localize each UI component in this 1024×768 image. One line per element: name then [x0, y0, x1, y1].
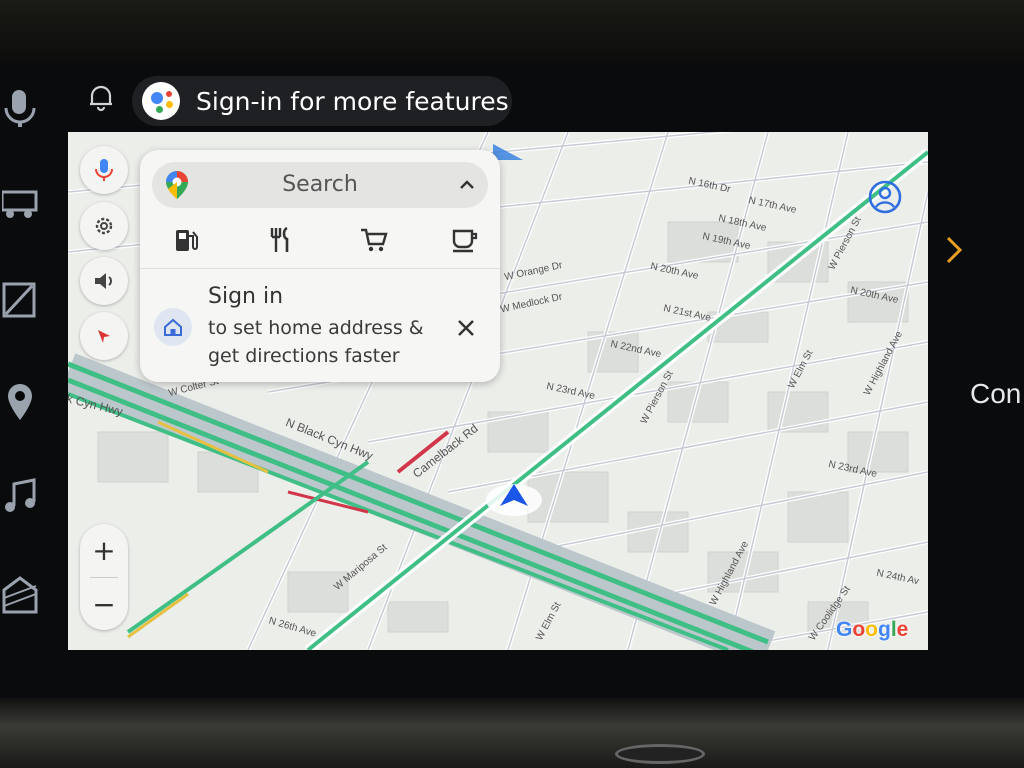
- street-label: W Highland Ave: [707, 539, 751, 608]
- zoom-control: + −: [80, 524, 128, 630]
- chevron-up-icon[interactable]: [456, 174, 478, 196]
- location-pin-icon[interactable]: [0, 380, 40, 424]
- street-label: N 22nd Ave: [609, 338, 663, 361]
- street-label: N 21st Ave: [662, 303, 712, 324]
- signin-subtitle: to set home address & get directions fas…: [208, 314, 438, 370]
- signin-subtitle-line: get directions faster: [208, 345, 400, 367]
- signin-subtitle-line: to set home address &: [208, 317, 424, 339]
- speaker-icon: [95, 273, 112, 289]
- assistant-signin-pill[interactable]: Sign-in for more features: [132, 76, 512, 126]
- street-label: N 19th Ave: [701, 231, 752, 252]
- street-label: Camelback Rd: [410, 421, 481, 481]
- category-restaurants-button[interactable]: [256, 218, 304, 262]
- google-logo-letter: G: [836, 618, 853, 641]
- street-label: W Pierson St: [826, 215, 864, 272]
- truck-icon[interactable]: [0, 182, 40, 226]
- street-label: W Medlock Dr: [499, 291, 564, 316]
- road-icon[interactable]: [0, 278, 40, 322]
- home-icon: [154, 308, 192, 346]
- right-panel-text: Con: [970, 378, 1022, 409]
- search-bar[interactable]: Search: [152, 162, 488, 208]
- signin-title[interactable]: Sign in: [208, 284, 283, 309]
- street-label: W Mariposa St: [332, 542, 390, 593]
- street-label: N Black Cyn Hwy: [283, 415, 375, 463]
- street-label: W Elm St: [534, 600, 564, 643]
- google-logo-letter: o: [865, 618, 878, 641]
- street-label: W Highland Ave: [861, 329, 905, 398]
- street-label: N 20th Ave: [849, 285, 900, 306]
- google-attribution: Google: [836, 618, 908, 642]
- navigation-arrow-icon: [486, 484, 542, 516]
- street-label: k Cyn Hwy: [68, 391, 125, 419]
- category-gas-button[interactable]: [162, 218, 210, 262]
- zoom-in-button[interactable]: +: [80, 524, 128, 576]
- street-label: N 16th Dr: [687, 175, 732, 196]
- category-coffee-button[interactable]: [440, 218, 488, 262]
- street-label: N 20th Ave: [649, 261, 700, 282]
- category-grocery-button[interactable]: [350, 218, 398, 262]
- google-logo-text: Google: [836, 618, 908, 641]
- gear-icon: [95, 217, 113, 235]
- search-card: Search Sign in to set home address & get…: [140, 150, 500, 382]
- audio-button[interactable]: [80, 257, 128, 305]
- compass-button[interactable]: [80, 312, 128, 360]
- street-label: N 18th Ave: [717, 213, 768, 234]
- google-logo-letter: g: [878, 618, 891, 641]
- coffee-cup-icon: [452, 229, 478, 253]
- gas-station-icon: [176, 230, 198, 251]
- microphone-icon[interactable]: [0, 86, 40, 130]
- zoom-out-button[interactable]: −: [80, 578, 128, 630]
- close-icon[interactable]: [454, 316, 478, 340]
- street-label: N 17th Ave: [747, 195, 798, 216]
- chevron-right-icon[interactable]: [940, 230, 970, 270]
- device-bezel-top: [0, 0, 1024, 64]
- street-label: W Pierson St: [638, 369, 676, 426]
- volume-knob: [615, 744, 705, 764]
- music-note-icon[interactable]: [0, 474, 40, 518]
- google-assistant-icon: [142, 82, 180, 120]
- street-label: N 26th Ave: [267, 615, 318, 640]
- category-shortcuts: [152, 218, 488, 262]
- search-label: Search: [282, 172, 358, 197]
- street-label: N 24th Av: [875, 567, 920, 588]
- google-logo-letter: o: [852, 618, 866, 641]
- account-icon[interactable]: [868, 180, 902, 214]
- shopping-cart-icon: [361, 228, 388, 252]
- google-logo-letter: e: [896, 618, 909, 641]
- apps-grid-icon[interactable]: [0, 572, 40, 616]
- street-label: W Orange Dr: [503, 259, 564, 284]
- card-divider: [140, 268, 500, 269]
- street-label: N 23rd Ave: [827, 458, 878, 481]
- device-bezel-bottom: [0, 698, 1024, 768]
- street-label: W Elm St: [786, 348, 816, 391]
- settings-button[interactable]: [80, 202, 128, 250]
- restaurant-icon: [270, 226, 289, 252]
- voice-search-button[interactable]: [80, 146, 128, 194]
- assistant-prompt-text: Sign-in for more features: [196, 86, 509, 116]
- street-label: N 23rd Ave: [545, 380, 596, 403]
- system-rail: [0, 64, 52, 698]
- compass-icon: [98, 330, 110, 343]
- microphone-icon: [95, 159, 113, 181]
- notification-bell-icon[interactable]: [86, 82, 116, 112]
